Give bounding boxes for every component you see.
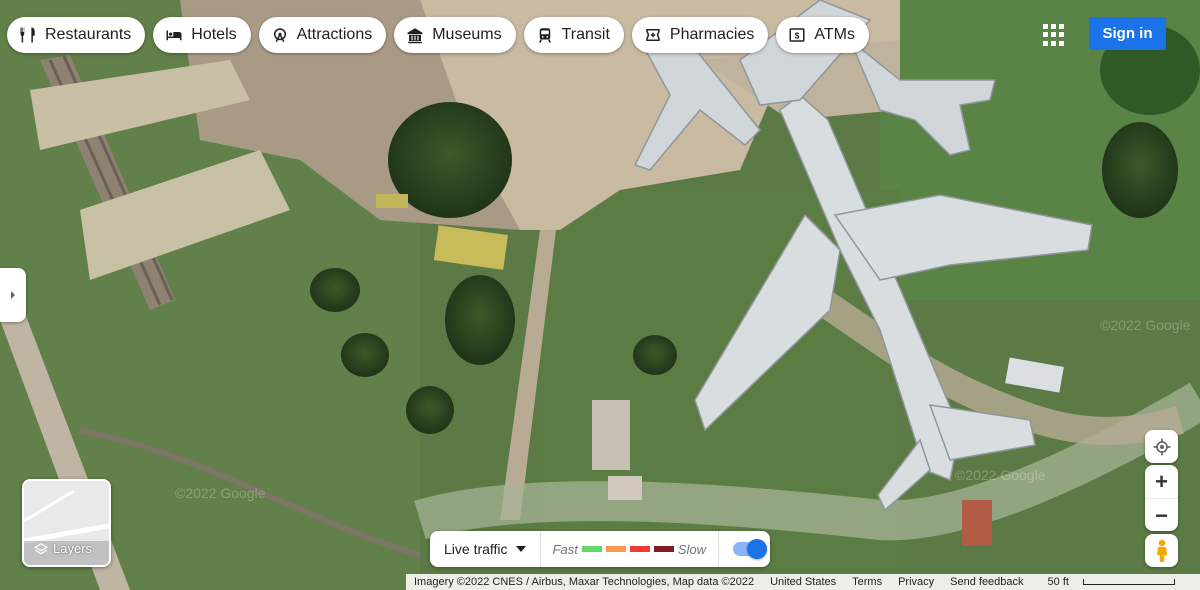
send-feedback-link[interactable]: Send feedback	[942, 576, 1031, 588]
expand-side-panel-button[interactable]	[0, 268, 26, 322]
terms-link[interactable]: Terms	[844, 576, 890, 588]
chip-atms[interactable]: $ ATMs	[776, 17, 869, 53]
imagery-attribution: Imagery ©2022 CNES / Airbus, Maxar Techn…	[414, 576, 755, 588]
atm-icon: $	[789, 28, 805, 42]
chip-pharmacies[interactable]: Pharmacies	[631, 17, 769, 53]
traffic-color-slow	[629, 546, 650, 552]
slow-label: Slow	[677, 541, 707, 557]
chip-hotels[interactable]: Hotels	[153, 17, 251, 53]
my-location-icon	[1153, 438, 1170, 455]
google-watermark: ©2022 Google	[1100, 317, 1191, 333]
google-watermark: ©2022 Google	[955, 467, 1046, 483]
chip-label: Transit	[561, 26, 610, 43]
layers-icon	[34, 542, 48, 554]
layers-label: Layers	[53, 541, 93, 556]
restaurant-icon	[20, 27, 35, 43]
fast-label: Fast	[552, 541, 578, 557]
chip-label: Museums	[432, 26, 502, 43]
chip-label: Restaurants	[45, 26, 132, 43]
attraction-icon	[273, 28, 286, 43]
bed-icon	[166, 30, 182, 41]
live-traffic-dropdown[interactable]: Live traffic	[430, 531, 541, 567]
zoom-out-button[interactable]: −	[1145, 499, 1178, 531]
caret-down-icon	[515, 546, 526, 552]
chip-museums[interactable]: Museums	[394, 17, 516, 53]
layers-button[interactable]: Layers	[22, 479, 111, 567]
zoom-in-button[interactable]: +	[1145, 465, 1178, 499]
chevron-right-icon	[11, 291, 15, 299]
traffic-color-very-slow	[653, 546, 674, 552]
live-traffic-panel: Live traffic Fast Slow	[430, 531, 770, 567]
chip-label: Attractions	[296, 26, 373, 43]
street-view-pegman-button[interactable]	[1145, 534, 1178, 567]
chip-restaurants[interactable]: Restaurants	[7, 17, 146, 53]
map-footer: Imagery ©2022 CNES / Airbus, Maxar Techn…	[406, 574, 1200, 590]
traffic-color-fast	[581, 546, 602, 552]
zoom-controls: + −	[1145, 465, 1178, 531]
scale-label: 50 ft	[1047, 576, 1069, 588]
privacy-link[interactable]: Privacy	[890, 576, 942, 588]
scale-bar[interactable]: 50 ft	[1032, 576, 1183, 588]
satellite-imagery: ©2022 Google ©2022 Google ©2022 Google	[0, 0, 1200, 590]
category-chips: Restaurants Hotels Attractions Museums T…	[7, 17, 869, 53]
pharmacy-icon	[646, 29, 660, 41]
svg-text:$: $	[795, 31, 800, 40]
chip-transit[interactable]: Transit	[523, 17, 624, 53]
traffic-color-medium	[605, 546, 626, 552]
live-traffic-toggle[interactable]	[733, 539, 768, 559]
chip-label: Pharmacies	[669, 26, 755, 43]
satellite-map[interactable]: ©2022 Google ©2022 Google ©2022 Google	[0, 0, 1200, 590]
apps-grid-icon[interactable]	[1043, 24, 1065, 46]
traffic-legend: Fast Slow	[541, 531, 720, 567]
transit-icon	[538, 28, 551, 43]
google-watermark: ©2022 Google	[175, 485, 266, 501]
sign-in-button[interactable]: Sign in	[1089, 17, 1166, 50]
chip-label: Hotels	[191, 26, 237, 43]
chip-attractions[interactable]: Attractions	[258, 17, 387, 53]
museum-icon	[407, 28, 423, 44]
my-location-button[interactable]	[1145, 430, 1178, 463]
country-link[interactable]: United States	[762, 576, 844, 588]
scale-bar-line	[1082, 579, 1175, 585]
live-traffic-label: Live traffic	[444, 541, 508, 557]
pegman-icon	[1156, 539, 1167, 562]
chip-label: ATMs	[814, 26, 855, 43]
